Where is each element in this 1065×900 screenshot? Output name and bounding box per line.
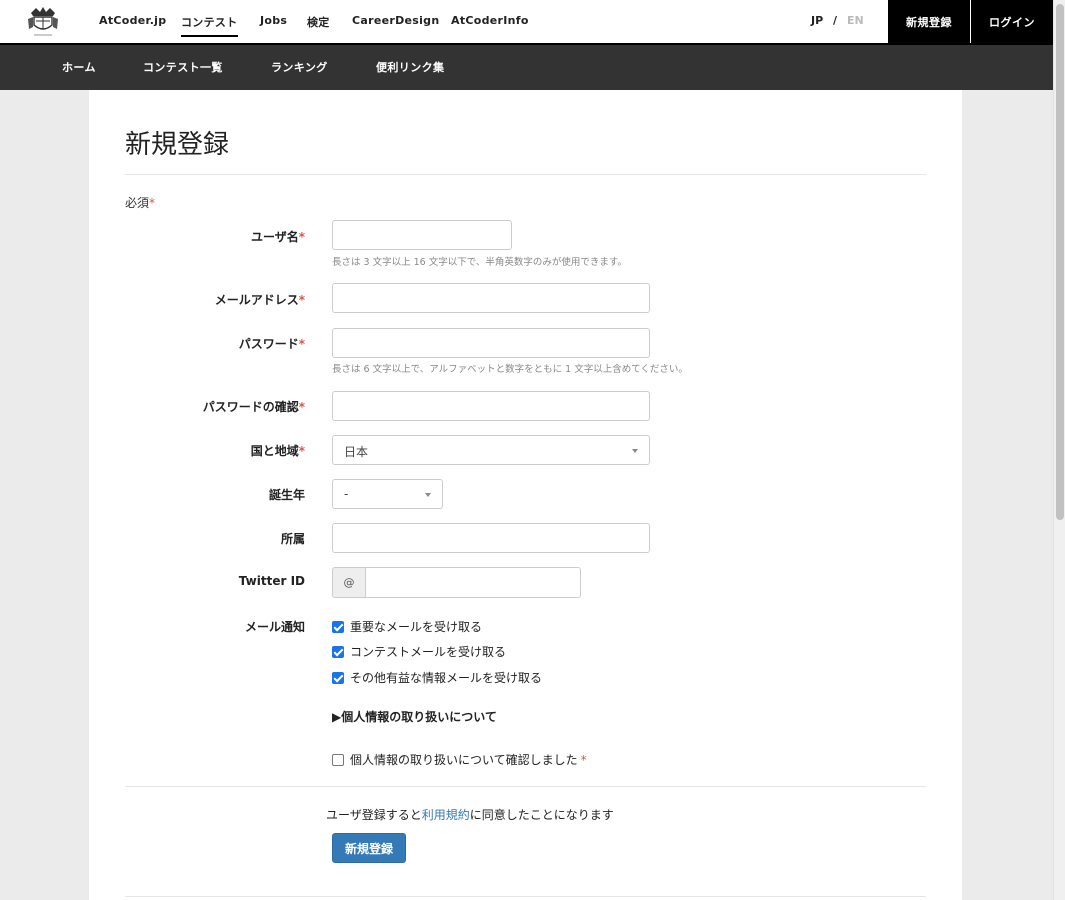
mail-important-option[interactable]: 重要なメールを受け取る: [332, 618, 482, 635]
subnav-contest-list[interactable]: コンテスト一覧: [143, 59, 223, 75]
password-confirm-label: パスワードの確認*: [203, 398, 305, 415]
nav-atcoder-jp[interactable]: AtCoder.jp: [99, 14, 166, 27]
header-login-button[interactable]: ログイン: [971, 0, 1053, 44]
chevron-down-icon: [632, 449, 638, 453]
nav-careerdesign[interactable]: CareerDesign: [352, 14, 439, 27]
subnav-home[interactable]: ホーム: [62, 59, 96, 75]
country-label-text: 国と地域: [250, 444, 299, 458]
privacy-confirm-option[interactable]: 個人情報の取り扱いについて確認しました *: [332, 751, 587, 768]
required-mark: *: [298, 400, 305, 414]
mail-contest-checkbox[interactable]: [332, 645, 344, 658]
privacy-toggle[interactable]: ▶個人情報の取り扱いについて: [332, 708, 497, 725]
password-confirm-label-text: パスワードの確認: [202, 400, 299, 414]
top-header: AtCoder.jp コンテスト Jobs 検定 CareerDesign At…: [0, 0, 1053, 45]
mail-contest-label: コンテストメールを受け取る: [350, 645, 507, 659]
privacy-confirm-checkbox[interactable]: [332, 753, 344, 766]
email-input[interactable]: [332, 283, 650, 313]
nav-contest[interactable]: コンテスト: [181, 14, 238, 37]
terms-suffix: に同意したことになります: [469, 808, 614, 822]
terms-agreement: ユーザ登録すると利用規約に同意したことになります: [326, 806, 614, 823]
required-mark: *: [298, 293, 305, 307]
affiliation-label: 所属: [280, 532, 305, 546]
required-mark: *: [298, 337, 305, 351]
required-note-text: 必須: [125, 196, 150, 210]
required-mark: *: [149, 196, 156, 210]
username-input[interactable]: [332, 220, 512, 250]
required-mark: *: [580, 752, 587, 767]
nav-jobs[interactable]: Jobs: [260, 14, 287, 27]
birth-year-select-value: -: [344, 487, 349, 501]
country-label: 国と地域*: [251, 442, 305, 459]
mail-important-label: 重要なメールを受け取る: [350, 620, 483, 634]
email-label: メールアドレス*: [215, 291, 305, 308]
lang-separator: /: [833, 14, 838, 27]
required-mark: *: [298, 444, 305, 458]
atcoder-logo-icon[interactable]: [24, 5, 62, 39]
required-note: 必須*: [125, 194, 155, 211]
password-help: 長さは 6 文字以上で、アルファベットと数字をともに 1 文字以上含めてください…: [332, 364, 688, 375]
nav-atcoderinfo[interactable]: AtCoderInfo: [451, 14, 529, 27]
main-panel: [89, 90, 962, 900]
mail-notify-label: メール通知: [244, 620, 305, 634]
terms-prefix: ユーザ登録すると: [326, 808, 422, 822]
chevron-down-icon: [425, 493, 431, 497]
email-label-text: メールアドレス: [214, 293, 299, 307]
form-divider: [125, 786, 926, 787]
privacy-confirm-label: 個人情報の取り扱いについて確認しました: [350, 753, 578, 767]
terms-link[interactable]: 利用規約: [422, 808, 470, 822]
password-label: パスワード*: [239, 335, 305, 352]
username-label-text: ユーザ名: [250, 230, 299, 244]
sub-nav: ホーム コンテスト一覧 ランキング 便利リンク集: [0, 45, 1053, 90]
lang-en[interactable]: EN: [847, 14, 864, 27]
birth-year-select[interactable]: -: [332, 479, 443, 509]
subnav-links[interactable]: 便利リンク集: [376, 59, 444, 75]
birth-year-label: 誕生年: [268, 488, 305, 502]
twitter-at-addon: @: [332, 567, 366, 598]
username-label: ユーザ名*: [251, 228, 305, 245]
twitter-label: Twitter ID: [238, 574, 305, 588]
lang-jp[interactable]: JP: [811, 14, 823, 27]
password-input[interactable]: [332, 328, 650, 358]
bottom-divider: [125, 896, 926, 897]
required-mark: *: [298, 230, 305, 244]
country-select-value: 日本: [344, 445, 369, 459]
twitter-input[interactable]: [365, 567, 581, 598]
scrollbar-thumb[interactable]: [1056, 4, 1064, 520]
mail-other-checkbox[interactable]: [332, 671, 344, 684]
affiliation-input[interactable]: [332, 523, 650, 553]
mail-other-label: その他有益な情報メールを受け取る: [350, 671, 543, 685]
country-select[interactable]: 日本: [332, 435, 650, 465]
mail-other-option[interactable]: その他有益な情報メールを受け取る: [332, 669, 542, 686]
page-title: 新規登録: [125, 130, 230, 160]
header-signup-button[interactable]: 新規登録: [888, 0, 970, 44]
password-label-text: パスワード: [238, 337, 299, 351]
mail-important-checkbox[interactable]: [332, 620, 344, 633]
submit-button[interactable]: 新規登録: [332, 833, 406, 863]
subnav-ranking[interactable]: ランキング: [271, 59, 328, 75]
password-confirm-input[interactable]: [332, 391, 650, 421]
title-divider: [125, 174, 926, 175]
username-help: 長さは 3 文字以上 16 文字以下で、半角英数字のみが使用できます。: [332, 257, 627, 268]
nav-kentei[interactable]: 検定: [307, 14, 330, 30]
mail-contest-option[interactable]: コンテストメールを受け取る: [332, 643, 506, 660]
